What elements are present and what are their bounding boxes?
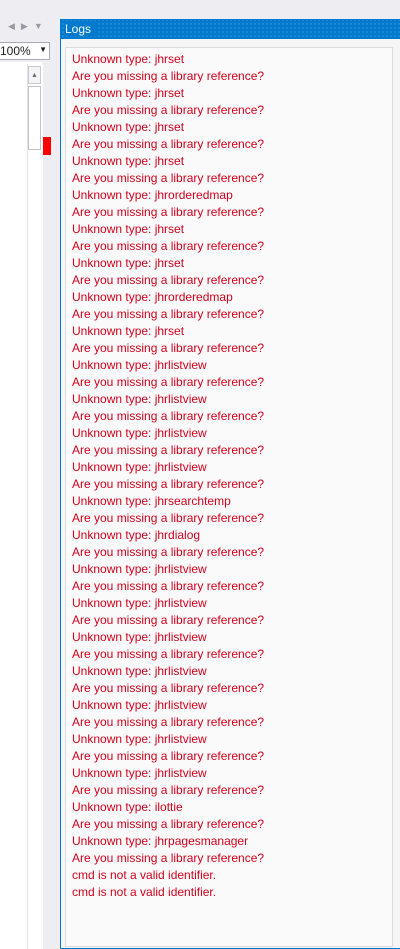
log-line: Are you missing a library reference?: [72, 783, 265, 797]
log-line: Are you missing a library reference?: [72, 511, 265, 525]
log-line: Are you missing a library reference?: [72, 273, 265, 287]
log-line: Are you missing a library reference?: [72, 307, 265, 321]
zoom-value: 100%: [0, 44, 31, 58]
log-line: Are you missing a library reference?: [72, 851, 265, 865]
log-line: Unknown type: jhrorderedmap: [72, 188, 233, 202]
log-line: Are you missing a library reference?: [72, 579, 265, 593]
log-line: Unknown type: jhrpagesmanager: [72, 834, 249, 848]
scrollbar-thumb[interactable]: [28, 86, 41, 150]
log-line: Are you missing a library reference?: [72, 69, 265, 83]
log-line: Unknown type: jhrset: [72, 222, 185, 236]
log-line: Unknown type: jhrlistview: [72, 392, 207, 406]
log-list: Unknown type: jhrset Are you missing a li…: [66, 48, 392, 902]
log-line: Are you missing a library reference?: [72, 477, 265, 491]
log-line: Unknown type: jhrlistview: [72, 766, 207, 780]
log-line: Are you missing a library reference?: [72, 749, 265, 763]
log-line: Are you missing a library reference?: [72, 681, 265, 695]
log-line: Unknown type: jhrlistview: [72, 562, 207, 576]
logs-title: Logs: [65, 22, 98, 36]
chevron-right-icon[interactable]: ▶: [21, 21, 34, 31]
log-line: Unknown type: jhrset: [72, 256, 185, 270]
log-line: Unknown type: jhrlistview: [72, 596, 207, 610]
log-line: Are you missing a library reference?: [72, 103, 265, 117]
log-line: Are you missing a library reference?: [72, 341, 265, 355]
logs-title-bar[interactable]: Logs: [61, 20, 400, 39]
log-line: Unknown type: jhrset: [72, 86, 185, 100]
log-line: Unknown type: jhrlistview: [72, 460, 207, 474]
log-line: Unknown type: jhrlistview: [72, 664, 207, 678]
log-line: Unknown type: jhrset: [72, 154, 185, 168]
log-line: Unknown type: jhrset: [72, 324, 185, 338]
log-line: Unknown type: jhrlistview: [72, 358, 207, 372]
chevron-left-icon[interactable]: ◀: [8, 21, 21, 31]
chevron-down-icon[interactable]: ▼: [39, 45, 47, 54]
log-line: Are you missing a library reference?: [72, 545, 265, 559]
log-line: Unknown type: jhrorderedmap: [72, 290, 233, 304]
tab-nav-arrows[interactable]: ◀▶▼: [8, 21, 49, 32]
chevron-up-icon[interactable]: ▲: [28, 66, 41, 84]
log-line: Unknown type: jhrlistview: [72, 698, 207, 712]
log-line: Unknown type: jhrlistview: [72, 426, 207, 440]
log-line: Unknown type: jhrdialog: [72, 528, 201, 542]
log-line: Unknown type: jhrlistview: [72, 630, 207, 644]
log-line: Are you missing a library reference?: [72, 239, 265, 253]
log-line: Are you missing a library reference?: [72, 443, 265, 457]
log-line: Unknown type: jhrset: [72, 52, 185, 66]
logs-panel: Logs Unknown type: jhrset Are you missing…: [60, 19, 400, 949]
log-line: cmd is not a valid identifier.: [72, 885, 217, 899]
log-line: Are you missing a library reference?: [72, 375, 265, 389]
log-line: Are you missing a library reference?: [72, 205, 265, 219]
error-marker[interactable]: [43, 137, 51, 155]
log-line: Are you missing a library reference?: [72, 647, 265, 661]
log-line: cmd is not a valid identifier.: [72, 868, 217, 882]
logs-content[interactable]: Unknown type: jhrset Are you missing a li…: [65, 47, 393, 947]
log-line: Unknown type: jhrsearchtemp: [72, 494, 231, 508]
log-line: Are you missing a library reference?: [72, 817, 265, 831]
log-line: Are you missing a library reference?: [72, 613, 265, 627]
log-line: Are you missing a library reference?: [72, 171, 265, 185]
editor-side-strip: ◀▶▼ 100% ▼ ▲: [0, 0, 55, 949]
editor-vertical-scrollbar[interactable]: ▲: [27, 64, 43, 949]
log-line: Are you missing a library reference?: [72, 409, 265, 423]
zoom-dropdown[interactable]: 100% ▼: [0, 42, 50, 60]
chevron-down-icon[interactable]: ▼: [34, 21, 49, 31]
log-line: Are you missing a library reference?: [72, 137, 265, 151]
log-line: Are you missing a library reference?: [72, 715, 265, 729]
log-line: Unknown type: jhrset: [72, 120, 185, 134]
log-line: Unknown type: ilottie: [72, 800, 183, 814]
log-line: Unknown type: jhrlistview: [72, 732, 207, 746]
